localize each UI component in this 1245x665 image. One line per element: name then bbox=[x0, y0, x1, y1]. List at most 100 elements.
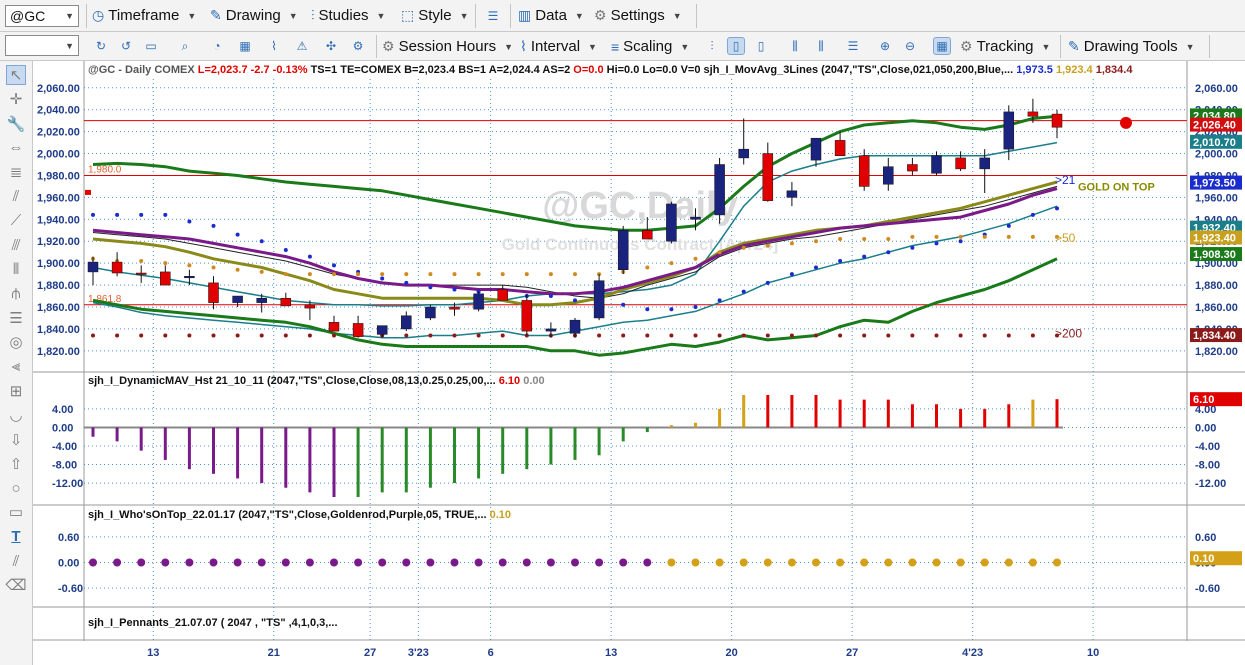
ma-dot-blue bbox=[163, 212, 168, 217]
ma-dot-blue bbox=[332, 263, 336, 268]
signal-dot bbox=[908, 558, 917, 567]
signal-dot bbox=[474, 558, 483, 567]
candle bbox=[738, 148, 749, 159]
ma-dot-gold bbox=[573, 272, 577, 277]
indicator-tag-label: 6.10 bbox=[1193, 394, 1214, 406]
ma-dot-blue bbox=[645, 307, 650, 312]
candle bbox=[931, 155, 942, 174]
candle bbox=[184, 276, 195, 279]
ma-dot-gold bbox=[548, 272, 553, 277]
ma-dot-blue bbox=[187, 219, 192, 224]
y-tick-label: 1,900.00 bbox=[37, 258, 80, 270]
price-chart[interactable]: 1,820.001,820.001,840.001,840.001,860.00… bbox=[0, 0, 1245, 665]
ma-dot-blue bbox=[814, 265, 818, 270]
chart-panel-2 bbox=[84, 373, 1187, 505]
signal-dot bbox=[305, 558, 314, 567]
ma-dot-gold bbox=[958, 234, 963, 239]
signal-dot bbox=[836, 558, 845, 567]
y-tick-label-right: -0.60 bbox=[1195, 583, 1220, 595]
ma-dot-blue bbox=[1006, 223, 1011, 228]
y-tick-label-right: 1,960.00 bbox=[1195, 192, 1238, 204]
signal-dot bbox=[1028, 558, 1037, 567]
ma-dot-gold bbox=[139, 258, 144, 263]
signal-dot bbox=[522, 558, 531, 567]
ma-dot-blue bbox=[693, 305, 698, 309]
candle bbox=[714, 164, 725, 216]
signal-dot bbox=[956, 558, 965, 567]
ma-dot-blue bbox=[283, 248, 288, 252]
price-tag-label: 2,010.70 bbox=[1193, 137, 1236, 149]
candle bbox=[690, 216, 701, 220]
header-field: Hi=0.0 Lo=0.0 V=0 bbox=[604, 64, 701, 76]
y-tick-label: -4.00 bbox=[52, 441, 77, 453]
candle bbox=[425, 306, 436, 319]
ma-dot-gold bbox=[187, 263, 192, 268]
reference-line-label: 1,980.0 bbox=[88, 164, 122, 175]
ma-dot-gold bbox=[235, 267, 240, 272]
ma-dot-red bbox=[621, 333, 626, 338]
signal-dot bbox=[1004, 558, 1013, 567]
y-tick-label-right: 0.60 bbox=[1195, 532, 1216, 544]
candle bbox=[810, 137, 822, 161]
ma-dot-red bbox=[838, 333, 843, 338]
y-tick-label-right: 2,000.00 bbox=[1195, 149, 1238, 161]
ma-dot-red bbox=[283, 333, 288, 338]
signal-dot bbox=[812, 558, 820, 567]
ma-dot-red bbox=[187, 333, 192, 338]
signal-dot bbox=[691, 558, 700, 567]
signal-dot bbox=[185, 558, 194, 567]
ma-dot-red bbox=[235, 333, 240, 338]
ma-dot-blue bbox=[211, 223, 216, 228]
ma-dot-gold bbox=[211, 265, 216, 270]
signal-dot bbox=[860, 558, 869, 567]
x-tick-label: 21 bbox=[268, 647, 280, 659]
ma200-label: >200 bbox=[1055, 326, 1082, 340]
x-tick-label: 20 bbox=[726, 647, 738, 659]
candle bbox=[497, 289, 508, 301]
candle bbox=[545, 328, 557, 332]
ma-dot-blue bbox=[452, 287, 457, 292]
ma-dot-blue bbox=[139, 212, 144, 217]
candle bbox=[858, 155, 870, 187]
y-tick-label-right: 2,060.00 bbox=[1195, 83, 1238, 95]
ma-dot-red bbox=[814, 333, 818, 338]
gold-on-top-label: GOLD ON TOP bbox=[1078, 181, 1155, 193]
ma-dot-red bbox=[259, 333, 264, 338]
ma-dot-red bbox=[693, 333, 698, 338]
ma-dot-red bbox=[910, 333, 915, 338]
ma-dot-gold bbox=[332, 272, 336, 277]
candle bbox=[473, 293, 484, 310]
signal-dot bbox=[281, 558, 290, 567]
candle bbox=[1051, 113, 1063, 128]
candle bbox=[352, 323, 364, 337]
ma-dot-gold bbox=[283, 272, 288, 277]
candle bbox=[401, 315, 412, 330]
ma-dot-red bbox=[862, 333, 867, 338]
ma-dot-red bbox=[886, 333, 891, 338]
x-tick-label: 27 bbox=[364, 647, 376, 659]
ma-dot-red bbox=[669, 333, 674, 338]
watermark-title: @GC,Daily bbox=[542, 185, 737, 227]
candle bbox=[521, 300, 533, 332]
candle bbox=[1003, 111, 1015, 150]
header-field: 1,923.4 bbox=[1053, 64, 1094, 76]
x-tick-label: 13 bbox=[605, 647, 617, 659]
header-field: sjh_I_DynamicMAV_Hst 21_10_11 (2047,"TS"… bbox=[88, 375, 496, 387]
signal-dot bbox=[932, 558, 941, 567]
y-tick-label: 2,060.00 bbox=[37, 83, 80, 95]
ma-dot-red bbox=[211, 333, 216, 338]
price-tag-label: 2,026.40 bbox=[1193, 120, 1236, 132]
signal-dot bbox=[354, 558, 363, 567]
candle bbox=[786, 190, 798, 198]
ma-dot-blue bbox=[669, 307, 674, 312]
ma-dot-blue bbox=[741, 289, 746, 294]
panel3-header: sjh_I_Who'sOnTop_22.01.17 (2047,"TS",Clo… bbox=[88, 509, 511, 521]
ma-dot-gold bbox=[717, 250, 722, 255]
y-tick-label: 1,880.00 bbox=[37, 280, 80, 292]
ma-dot-red bbox=[789, 333, 794, 338]
ma-dot-gold bbox=[476, 272, 481, 277]
y-tick-label-right: 0.00 bbox=[1195, 422, 1216, 434]
candle bbox=[304, 304, 316, 309]
ma-dot-gold bbox=[1006, 234, 1011, 239]
ma-dot-gold bbox=[428, 272, 433, 277]
